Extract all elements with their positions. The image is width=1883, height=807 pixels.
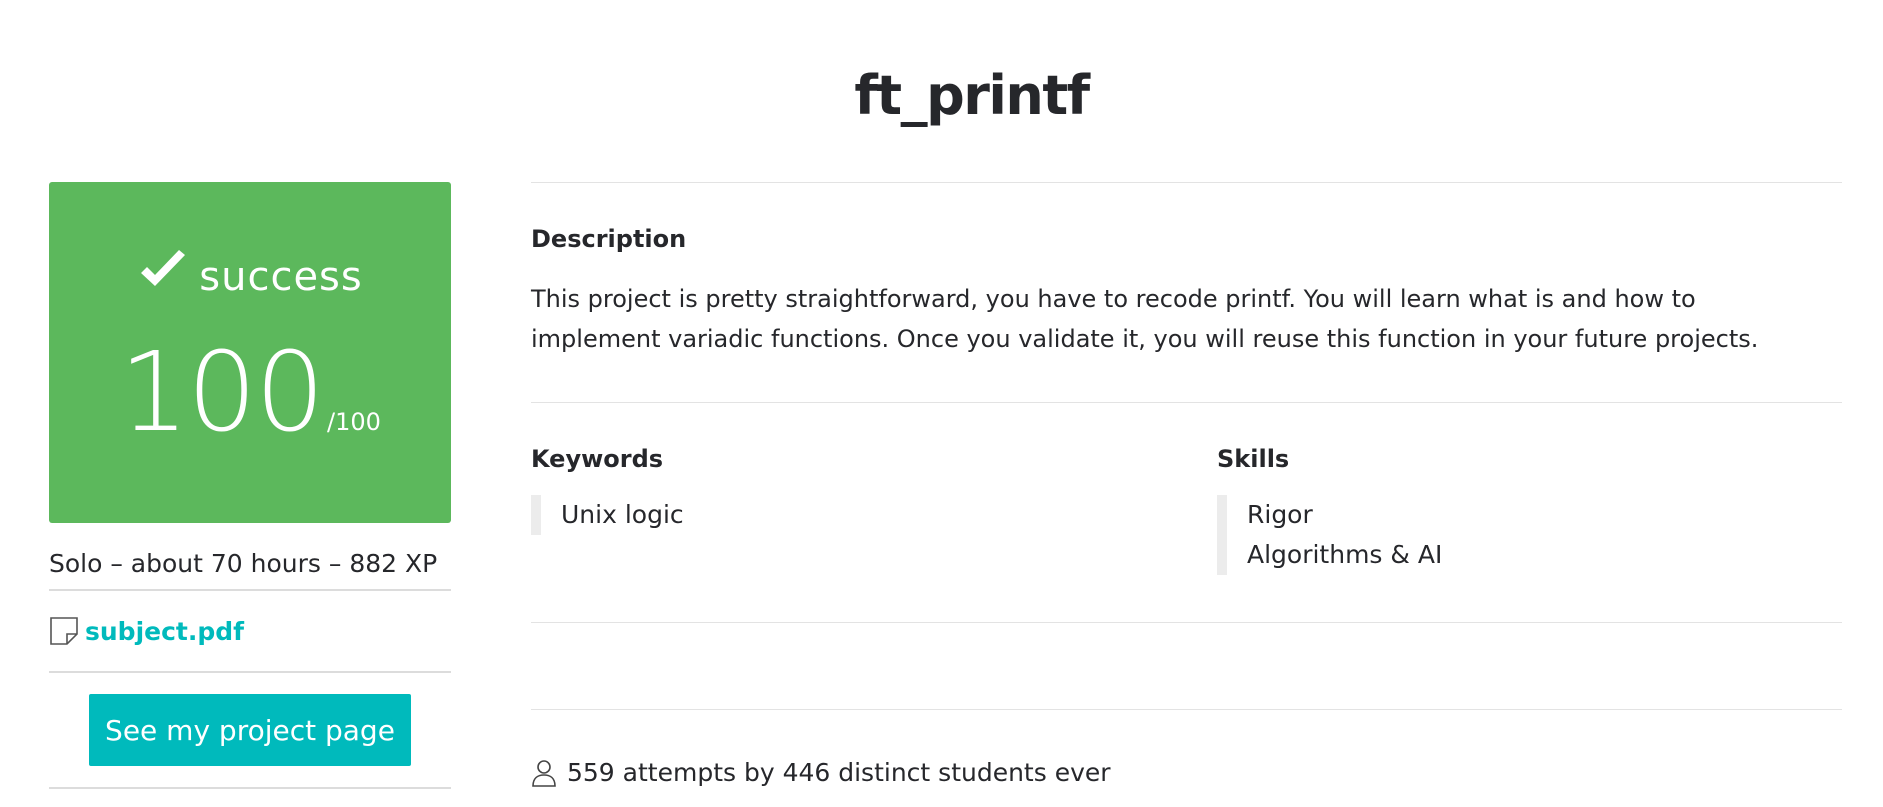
description-section: Description This project is pretty strai… [531,183,1842,402]
keywords-list: Unix logic [531,495,684,535]
score-row: 100/100 [49,337,451,447]
empty-section [531,623,1842,709]
user-icon [531,759,557,787]
project-page-button-wrap: See my project page [49,673,451,787]
skills-column: Skills Rigor Algorithms & AI [1217,445,1442,575]
description-text: This project is pretty straightforward, … [531,285,1759,353]
description-heading: Description [531,225,687,253]
status-row: success [49,249,451,300]
subject-row: subject.pdf [49,591,451,671]
keywords-column: Keywords Unix logic [531,445,684,535]
keyword-item: Unix logic [561,500,684,529]
keywords-skills-section: Keywords Unix logic Skills Rigor Algorit… [531,403,1842,622]
skills-heading: Skills [1217,445,1290,473]
skills-list: Rigor Algorithms & AI [1217,495,1442,575]
check-icon [137,249,189,293]
document-icon [49,616,79,646]
see-project-page-button[interactable]: See my project page [89,694,411,766]
keywords-heading: Keywords [531,445,664,473]
subject-link[interactable]: subject.pdf [85,617,244,646]
skill-item: Rigor [1247,500,1313,529]
project-details: Description This project is pretty strai… [531,182,1842,787]
status-box: success 100/100 [49,182,451,523]
attempts-stats: 559 attempts by 446 distinct students ev… [531,710,1842,787]
score-value: 100 [119,328,325,456]
project-meta: Solo – about 70 hours – 882 XP [49,549,438,578]
attempts-text: 559 attempts by 446 distinct students ev… [567,758,1111,787]
status-label: success [199,254,363,300]
project-sidebar: success 100/100 Solo – about 70 hours – … [49,182,451,789]
skill-item: Algorithms & AI [1247,540,1443,569]
score-max: /100 [327,408,381,436]
project-page: ft_printf success 100/100 Solo – about 7… [0,0,1883,807]
divider [49,787,451,789]
page-title: ft_printf [854,64,1090,127]
